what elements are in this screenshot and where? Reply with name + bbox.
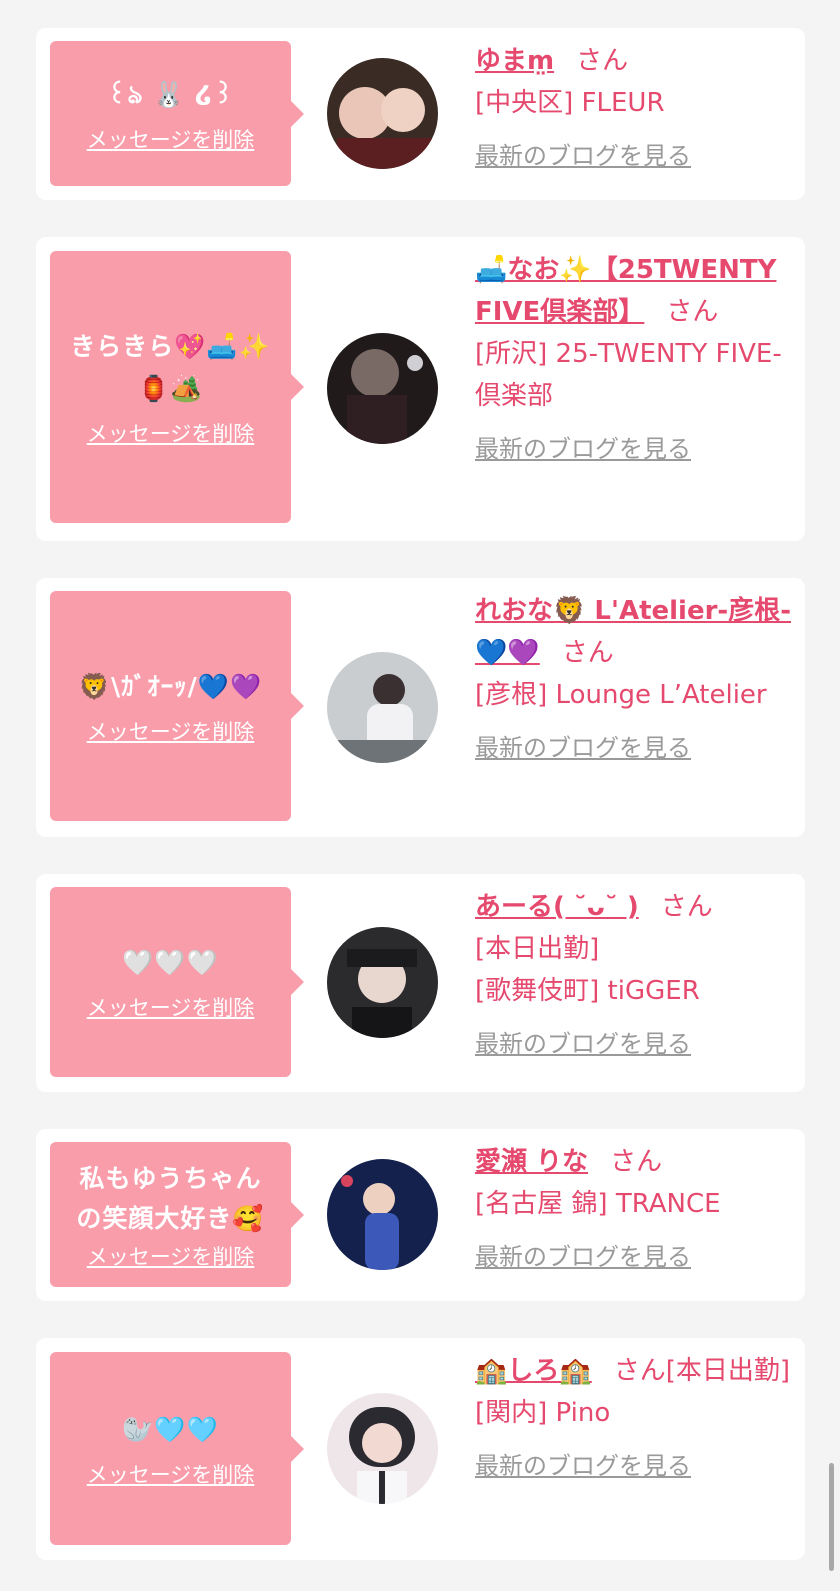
message-bubble: きらきら💖🛋️✨🏮🏕️ メッセージを削除 (50, 251, 304, 523)
avatar[interactable] (327, 1393, 438, 1504)
cast-name-line: 🏫しろ🏫 さん[本日出勤] (475, 1350, 793, 1392)
delete-message-link[interactable]: メッセージを削除 (87, 716, 255, 746)
cast-info: れおな🦁 L'Atelier-彦根-💙💜 さん [彦根] Lounge L’Ate… (475, 590, 793, 766)
message-text: ꒰ঌ 🐰 ໒꒱ (107, 79, 234, 109)
latest-blog-link[interactable]: 最新のブログを見る (475, 730, 793, 766)
honorific: さん (561, 638, 614, 668)
cast-info: 🏫しろ🏫 さん[本日出勤] [関内] Pino 最新のブログを見る (475, 1350, 793, 1484)
message-card: きらきら💖🛋️✨🏮🏕️ メッセージを削除 🛋️なお✨【25TWENTY FIVE… (36, 237, 805, 541)
honorific: さん (610, 1147, 663, 1177)
delete-message-link[interactable]: メッセージを削除 (87, 1241, 255, 1271)
shop-info: [関内] Pino (475, 1398, 611, 1428)
cast-name-line: 愛瀬 りな さん (475, 1141, 793, 1183)
message-card: 🤍🤍🤍 メッセージを削除 あーる( ˘ᴗ˘ ) さん [本日出勤] [歌舞伎町] … (36, 874, 805, 1092)
honorific: さん (660, 892, 713, 922)
message-card: ꒰ঌ 🐰 ໒꒱ メッセージを削除 ゆまm̤ さん [中央区] FLEUR 最新のブ… (36, 28, 805, 200)
message-text: きらきら💖🛋️✨🏮🏕️ (70, 332, 271, 403)
avatar-image (327, 58, 438, 169)
honorific: さん[本日出勤] (613, 1356, 791, 1386)
avatar-image (327, 652, 438, 763)
cast-name-line: ゆまm̤ さん (475, 40, 793, 82)
message-card: 🦁\ｶﾞｵｰｯ/💙💜 メッセージを削除 れおな🦁 L'Atelier-彦根-💙💜… (36, 578, 805, 837)
message-text: 🦁\ｶﾞｵｰｯ/💙💜 (78, 672, 263, 701)
avatar[interactable] (327, 58, 438, 169)
cast-name-line: 🛋️なお✨【25TWENTY FIVE倶楽部】 さん (475, 249, 793, 333)
cast-info: あーる( ˘ᴗ˘ ) さん [本日出勤] [歌舞伎町] tiGGER 最新のブログ… (475, 886, 793, 1062)
delete-message-link[interactable]: メッセージを削除 (87, 1459, 255, 1489)
message-bubble: 私もゆうちゃんの笑顔大好き🥰 メッセージを削除 (50, 1142, 304, 1287)
message-bubble: 🦁\ｶﾞｵｰｯ/💙💜 メッセージを削除 (50, 591, 304, 821)
cast-info: 愛瀬 りな さん [名古屋 錦] TRANCE 最新のブログを見る (475, 1141, 793, 1275)
avatar[interactable] (327, 927, 438, 1038)
avatar-image (327, 1393, 438, 1504)
cast-name-link[interactable]: 🏫しろ🏫 (475, 1356, 592, 1386)
scrollbar[interactable] (829, 1463, 834, 1571)
shop-info: [彦根] Lounge L’Atelier (475, 680, 767, 710)
message-text: 🤍🤍🤍 (122, 948, 219, 977)
shop-info: [名古屋 錦] TRANCE (475, 1189, 721, 1219)
latest-blog-link[interactable]: 最新のブログを見る (475, 1026, 793, 1062)
honorific: さん (666, 297, 719, 327)
avatar-image (327, 927, 438, 1038)
honorific: さん (576, 46, 629, 76)
latest-blog-link[interactable]: 最新のブログを見る (475, 138, 793, 174)
avatar[interactable] (327, 652, 438, 763)
latest-blog-link[interactable]: 最新のブログを見る (475, 431, 793, 467)
shop-info: [歌舞伎町] tiGGER (475, 976, 700, 1006)
shop-info: [所沢] 25-TWENTY FIVE-倶楽部 (475, 339, 782, 411)
shop-info: [中央区] FLEUR (475, 88, 665, 118)
message-text: 私もゆうちゃんの笑顔大好き🥰 (76, 1163, 265, 1233)
delete-message-link[interactable]: メッセージを削除 (87, 124, 255, 154)
delete-message-link[interactable]: メッセージを削除 (87, 418, 255, 448)
latest-blog-link[interactable]: 最新のブログを見る (475, 1448, 793, 1484)
cast-name-link[interactable]: ゆまm̤ (475, 46, 554, 76)
cast-name-line: れおな🦁 L'Atelier-彦根-💙💜 さん (475, 590, 793, 674)
message-card: 私もゆうちゃんの笑顔大好き🥰 メッセージを削除 愛瀬 りな さん [名古屋 錦] … (36, 1129, 805, 1301)
latest-blog-link[interactable]: 最新のブログを見る (475, 1239, 793, 1275)
cast-info: 🛋️なお✨【25TWENTY FIVE倶楽部】 さん [所沢] 25-TWENTY… (475, 249, 793, 467)
cast-name-line: あーる( ˘ᴗ˘ ) さん (475, 886, 793, 928)
message-bubble: ꒰ঌ 🐰 ໒꒱ メッセージを削除 (50, 41, 304, 186)
message-bubble: 🦭🩵🩵 メッセージを削除 (50, 1352, 304, 1545)
cast-name-link[interactable]: れおな🦁 L'Atelier-彦根-💙💜 (475, 596, 791, 668)
work-status: [本日出勤] (475, 934, 600, 964)
message-card: 🦭🩵🩵 メッセージを削除 🏫しろ🏫 さん[本日出勤] [関内] Pino 最新のブ… (36, 1338, 805, 1560)
avatar-image (327, 1159, 438, 1270)
cast-name-link[interactable]: 愛瀬 りな (475, 1147, 588, 1177)
message-bubble: 🤍🤍🤍 メッセージを削除 (50, 887, 304, 1077)
avatar-image (327, 333, 438, 444)
delete-message-link[interactable]: メッセージを削除 (87, 992, 255, 1022)
cast-name-link[interactable]: あーる( ˘ᴗ˘ ) (475, 892, 639, 922)
avatar[interactable] (327, 1159, 438, 1270)
cast-name-link[interactable]: 🛋️なお✨【25TWENTY FIVE倶楽部】 (475, 255, 776, 327)
avatar[interactable] (327, 333, 438, 444)
cast-info: ゆまm̤ さん [中央区] FLEUR 最新のブログを見る (475, 40, 793, 174)
message-text: 🦭🩵🩵 (122, 1414, 219, 1444)
